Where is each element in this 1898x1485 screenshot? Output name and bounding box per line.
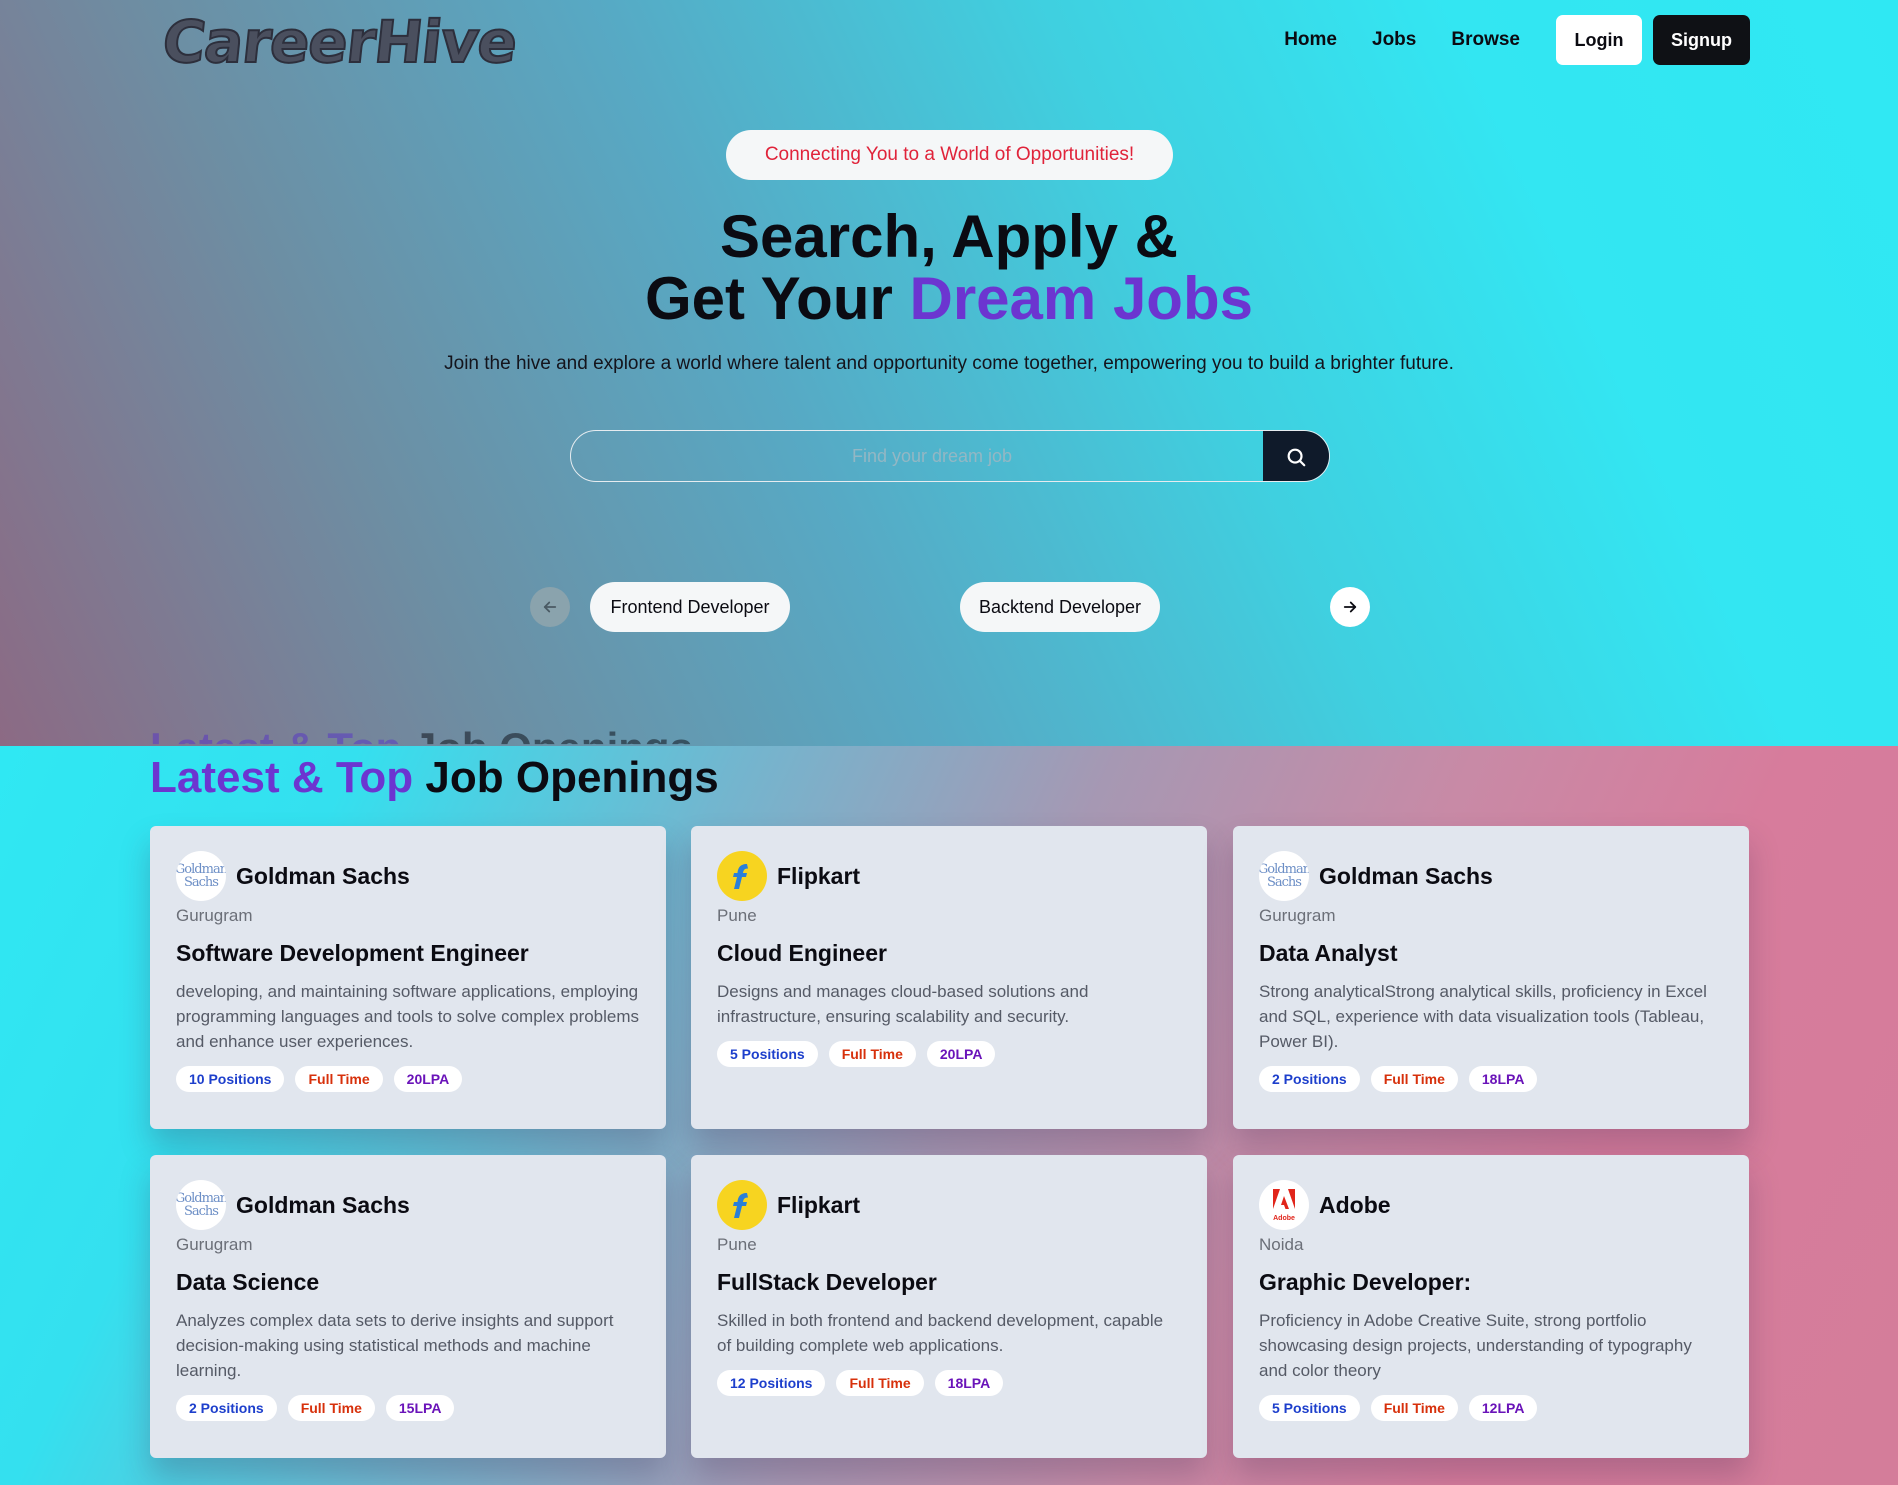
goldman-sachs-logo: Goldman Sachs xyxy=(176,1180,226,1230)
job-title: Graphic Developer: xyxy=(1259,1269,1472,1295)
adobe-logo: Adobe xyxy=(1259,1180,1309,1230)
job-description: developing, and maintaining software app… xyxy=(176,982,640,1051)
jobs-title-accent: Latest & Top xyxy=(150,753,414,802)
positions-badge: 5 Positions xyxy=(1259,1395,1360,1421)
job-location: Pune xyxy=(717,1235,757,1254)
job-location: Noida xyxy=(1259,1235,1304,1254)
company-name: Goldman Sachs xyxy=(236,1191,410,1218)
category-chip[interactable]: Frontend Developer xyxy=(590,582,790,632)
job-location: Gurugram xyxy=(176,906,253,925)
job-type-badge: Full Time xyxy=(287,1395,375,1421)
job-description: Analyzes complex data sets to derive ins… xyxy=(176,1311,614,1380)
salary-badge: 12LPA xyxy=(1468,1395,1538,1421)
company-name: Adobe xyxy=(1319,1191,1391,1218)
job-card[interactable]: Flipkart Pune FullStack Developer Skille… xyxy=(691,1155,1207,1458)
job-title: Data Analyst xyxy=(1259,940,1398,966)
positions-badge: 2 Positions xyxy=(176,1395,277,1421)
positions-badge: 5 Positions xyxy=(717,1041,818,1067)
hero-headline: Search, Apply & Get Your Dream Jobs xyxy=(0,206,1898,330)
company-name: Goldman Sachs xyxy=(236,862,410,889)
arrow-right-icon xyxy=(1343,601,1357,613)
signup-button[interactable]: Signup xyxy=(1653,15,1750,65)
login-button[interactable]: Login xyxy=(1556,15,1642,65)
company-name: Flipkart xyxy=(777,1191,861,1218)
job-card[interactable]: Goldman Sachs Goldman Sachs Gurugram Data… xyxy=(1233,826,1749,1129)
job-card[interactable]: Goldman Sachs Goldman Sachs Gurugram Data… xyxy=(150,1155,666,1458)
company-name: Flipkart xyxy=(777,862,861,889)
search-input[interactable] xyxy=(571,431,1263,481)
salary-badge: 20LPA xyxy=(926,1041,996,1067)
job-title: Software Development Engineer xyxy=(176,940,529,966)
job-card[interactable]: Flipkart Pune Cloud Engineer Designs and… xyxy=(691,826,1207,1129)
tagline-badge: Connecting You to a World of Opportuniti… xyxy=(726,130,1173,180)
salary-badge: 15LPA xyxy=(385,1395,455,1421)
nav-browse[interactable]: Browse xyxy=(1451,29,1520,51)
job-description: Proficiency in Adobe Creative Suite, str… xyxy=(1259,1311,1692,1380)
jobs-title-plain: Job Openings xyxy=(413,753,719,802)
job-type-badge: Full Time xyxy=(836,1370,924,1396)
hero-subtext: Join the hive and explore a world where … xyxy=(444,353,1454,374)
site-logo[interactable]: CareerHive xyxy=(158,7,520,77)
salary-badge: 20LPA xyxy=(393,1066,463,1092)
headline-accent: Dream Jobs xyxy=(909,265,1253,332)
job-type-badge: Full Time xyxy=(1370,1395,1458,1421)
job-card[interactable]: Goldman Sachs Goldman Sachs Gurugram Soft… xyxy=(150,826,666,1129)
search-icon xyxy=(1287,448,1306,467)
company-name: Goldman Sachs xyxy=(1319,862,1493,889)
search-bar xyxy=(570,430,1330,482)
headline-line1: Search, Apply & xyxy=(720,203,1178,270)
job-title: Data Science xyxy=(176,1269,320,1295)
job-title: FullStack Developer xyxy=(717,1269,937,1295)
jobs-section-title: Latest & Top Job Openings xyxy=(150,753,719,803)
arrow-left-icon xyxy=(543,601,557,613)
salary-badge: 18LPA xyxy=(934,1370,1004,1396)
positions-badge: 2 Positions xyxy=(1259,1066,1360,1092)
hero-section: CareerHive Home Jobs Browse Login Signup… xyxy=(0,0,1898,746)
nav-home[interactable]: Home xyxy=(1284,29,1337,51)
goldman-sachs-logo: Goldman Sachs xyxy=(1259,851,1309,901)
job-type-badge: Full Time xyxy=(1370,1066,1458,1092)
positions-badge: 12 Positions xyxy=(717,1370,826,1396)
top-nav: Home Jobs Browse Login Signup xyxy=(1284,15,1750,65)
job-description: Skilled in both frontend and backend dev… xyxy=(717,1311,1164,1355)
job-type-badge: Full Time xyxy=(295,1066,383,1092)
job-description: Designs and manages cloud-based solution… xyxy=(717,982,1089,1026)
category-chip[interactable]: Backtend Developer xyxy=(960,582,1160,632)
salary-badge: 18LPA xyxy=(1468,1066,1538,1092)
section-title-ghost: Latest & Top Job Openings xyxy=(150,724,693,744)
positions-badge: 10 Positions xyxy=(176,1066,285,1092)
carousel-prev-button[interactable] xyxy=(530,587,570,627)
flipkart-logo xyxy=(717,851,767,901)
job-type-badge: Full Time xyxy=(828,1041,916,1067)
search-button[interactable] xyxy=(1263,431,1329,481)
job-location: Gurugram xyxy=(1259,906,1336,925)
job-location: Gurugram xyxy=(176,1235,253,1254)
nav-jobs[interactable]: Jobs xyxy=(1372,29,1416,51)
flipkart-logo xyxy=(717,1180,767,1230)
job-description: Strong analyticalStrong analytical skill… xyxy=(1259,982,1707,1051)
job-card[interactable]: Adobe Adobe Noida Graphic Developer: Pro… xyxy=(1233,1155,1749,1458)
job-title: Cloud Engineer xyxy=(717,940,887,966)
goldman-sachs-logo: Goldman Sachs xyxy=(176,851,226,901)
job-location: Pune xyxy=(717,906,757,925)
carousel-next-button[interactable] xyxy=(1330,587,1370,627)
headline-line2: Get Your xyxy=(645,265,910,332)
